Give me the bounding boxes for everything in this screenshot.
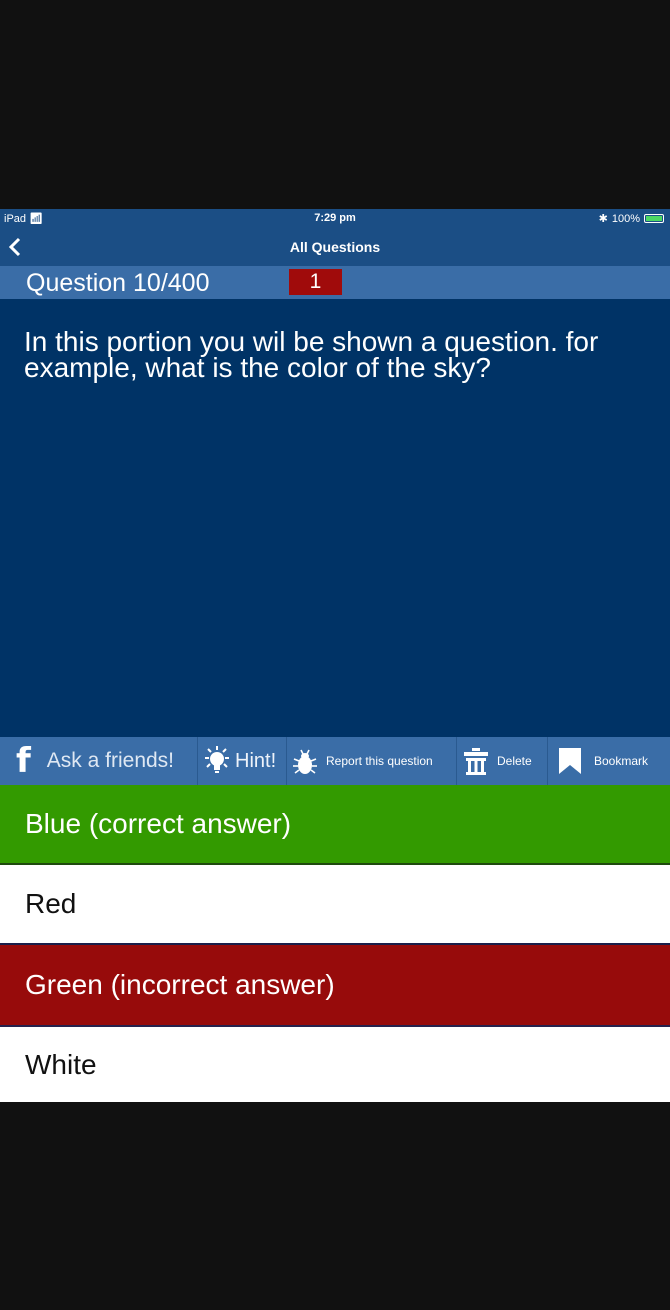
answer-option[interactable]: White bbox=[0, 1027, 670, 1102]
trash-icon bbox=[463, 746, 489, 776]
answer-label: Green (incorrect answer) bbox=[25, 969, 335, 1000]
question-toolbar: f Ask a friends! Hint! Report this quest… bbox=[0, 737, 670, 785]
answer-option-correct[interactable]: Blue (correct answer) bbox=[0, 785, 670, 865]
battery-percent: 100% bbox=[611, 212, 640, 225]
hint-button[interactable]: Hint! bbox=[198, 737, 287, 785]
question-counter: Question 10/400 bbox=[26, 269, 210, 297]
ask-friend-label: Ask a friends! bbox=[46, 749, 175, 772]
bluetooth-icon: ✱ bbox=[598, 213, 608, 225]
question-body: In this portion you wil be shown a quest… bbox=[0, 299, 670, 737]
facebook-icon: f bbox=[16, 741, 31, 781]
answer-option-incorrect[interactable]: Green (incorrect answer) bbox=[0, 945, 670, 1027]
hint-label: Hint! bbox=[235, 749, 277, 772]
status-right: ✱ 100% bbox=[599, 212, 664, 225]
report-question-label: Report this question bbox=[326, 754, 433, 768]
report-question-button[interactable]: Report this question bbox=[287, 737, 457, 785]
delete-button[interactable]: Delete bbox=[457, 737, 548, 785]
status-bar: iPad 📶︎ 7:29 pm ✱ 100% bbox=[0, 209, 670, 229]
status-time: 7:29 pm bbox=[314, 212, 356, 224]
bookmark-icon bbox=[558, 747, 582, 775]
delete-label: Delete bbox=[497, 754, 532, 768]
bookmark-label: Bookmark bbox=[594, 754, 649, 768]
bug-icon bbox=[290, 746, 320, 776]
nav-title: All Questions bbox=[289, 239, 381, 255]
ask-friend-button[interactable]: f Ask a friends! bbox=[0, 737, 198, 785]
lightbulb-icon bbox=[201, 745, 233, 777]
app-screen: iPad 📶︎ 7:29 pm ✱ 100% All Questions Que… bbox=[0, 209, 670, 1102]
answer-label: White bbox=[25, 1048, 97, 1080]
question-badge: 1 bbox=[289, 269, 342, 295]
question-header: Question 10/400 1 bbox=[0, 266, 670, 299]
answer-label: Red bbox=[25, 888, 77, 919]
answer-label: Blue (correct answer) bbox=[25, 808, 292, 839]
navigation-bar: All Questions bbox=[0, 229, 670, 266]
battery-icon bbox=[644, 214, 664, 223]
question-text: In this portion you wil be shown a quest… bbox=[24, 326, 599, 383]
answer-option[interactable]: Red bbox=[0, 865, 670, 945]
bookmark-button[interactable]: Bookmark bbox=[548, 737, 670, 785]
